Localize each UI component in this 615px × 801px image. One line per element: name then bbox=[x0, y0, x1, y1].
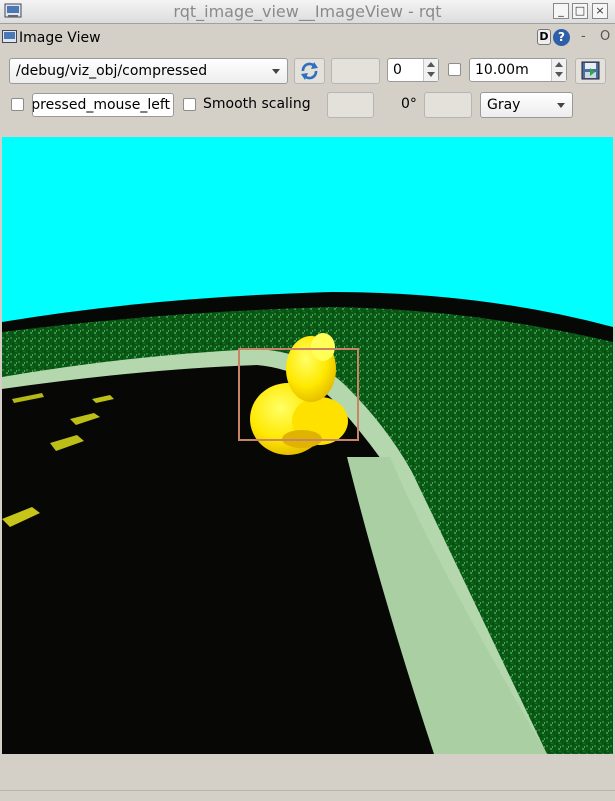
help-icon[interactable]: ? bbox=[553, 29, 570, 46]
mouse-topic-input[interactable]: /debug/viz_obj/compressed_mouse_left bbox=[32, 93, 174, 117]
smooth-scaling-label: Smooth scaling bbox=[203, 96, 311, 112]
debug-button[interactable]: D bbox=[537, 29, 551, 45]
minimize-button[interactable]: _ bbox=[553, 3, 569, 19]
colormap-select[interactable]: Gray bbox=[480, 92, 573, 118]
chevron-down-icon bbox=[557, 103, 565, 108]
timeout-value: 10.00m bbox=[475, 62, 529, 78]
dock-button[interactable]: O bbox=[600, 29, 610, 44]
spin-box[interactable]: 0 bbox=[387, 58, 439, 82]
save-icon bbox=[581, 61, 600, 80]
topic-select[interactable]: /debug/viz_obj/compressed bbox=[9, 58, 288, 84]
window-titlebar: rqt_image_view__ImageView - rqt _ □ × bbox=[0, 0, 615, 24]
maximize-button[interactable]: □ bbox=[572, 3, 588, 19]
arrow-down-icon bbox=[427, 72, 435, 77]
image-view[interactable] bbox=[2, 137, 613, 754]
arrow-up-icon bbox=[427, 62, 435, 67]
timeout-spin-box[interactable]: 10.00m bbox=[469, 58, 567, 82]
arrow-down-icon bbox=[555, 72, 563, 77]
status-bar bbox=[0, 790, 615, 801]
mouse-topic-value: /debug/viz_obj/compressed_mouse_left bbox=[32, 97, 170, 113]
window-title: rqt_image_view__ImageView - rqt bbox=[173, 2, 442, 21]
blank-button-1[interactable] bbox=[331, 58, 380, 84]
rotation-label: 0° bbox=[401, 96, 417, 112]
timeout-checkbox[interactable] bbox=[448, 63, 461, 76]
arrow-up-icon bbox=[555, 62, 563, 67]
rotate-right-button[interactable] bbox=[424, 92, 472, 118]
spin-arrows[interactable] bbox=[423, 59, 438, 81]
chevron-down-icon bbox=[272, 69, 280, 74]
timeout-spin-arrows[interactable] bbox=[551, 59, 566, 81]
close-window-button[interactable]: × bbox=[592, 3, 608, 19]
plugin-header: Image View D ? - O bbox=[0, 27, 615, 49]
refresh-icon bbox=[301, 62, 318, 80]
camera-image bbox=[2, 137, 613, 754]
spin-box-value: 0 bbox=[393, 62, 402, 78]
mouse-publish-checkbox[interactable] bbox=[11, 98, 24, 111]
rotate-left-button[interactable] bbox=[327, 92, 374, 118]
save-image-button[interactable] bbox=[575, 58, 606, 84]
refresh-topics-button[interactable] bbox=[294, 58, 325, 84]
plugin-title: Image View bbox=[19, 30, 101, 46]
plugin-icon bbox=[2, 30, 17, 43]
topic-select-value: /debug/viz_obj/compressed bbox=[16, 63, 208, 79]
smooth-scaling-checkbox[interactable] bbox=[183, 98, 196, 111]
colormap-value: Gray bbox=[487, 97, 521, 113]
hide-plugin-button[interactable]: - bbox=[581, 29, 586, 44]
